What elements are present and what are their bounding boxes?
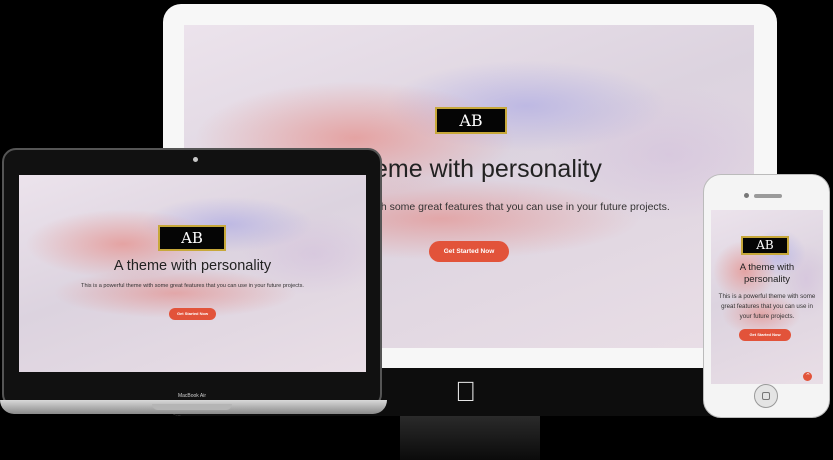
laptop-screen-hero: AB A theme with personality This is a po…	[19, 175, 366, 372]
apple-logo-icon: 	[455, 378, 476, 406]
hero-headline: eme with personality	[374, 155, 602, 183]
laptop-camera	[193, 157, 198, 162]
get-started-button[interactable]: Get Started Now	[169, 308, 216, 320]
laptop-notch	[152, 404, 232, 410]
get-started-button[interactable]: Get Started Now	[429, 241, 509, 262]
hero-subtitle: This is a powerful theme with some great…	[718, 293, 816, 320]
hero-headline: A theme with personality	[113, 258, 272, 274]
get-started-button[interactable]: Get Started Now	[739, 329, 791, 341]
chevron-up-icon: ⌃	[805, 373, 811, 380]
hero-subtitle: with some great features that you can us…	[368, 201, 670, 213]
phone-camera	[744, 193, 749, 198]
imac-stand	[400, 416, 540, 460]
site-logo[interactable]: AB	[158, 225, 226, 251]
hero-subtitle: This is a powerful theme with some great…	[81, 283, 304, 289]
phone-home-square	[762, 392, 770, 400]
site-logo[interactable]: AB	[741, 236, 789, 255]
site-logo[interactable]: AB	[435, 107, 507, 134]
laptop-label: MacBook Air	[177, 393, 207, 399]
hero-headline: A theme with personality	[739, 262, 795, 285]
phone-speaker	[754, 194, 782, 198]
scroll-top-button[interactable]: ⌃	[803, 372, 812, 381]
phone-screen-hero: AB A theme with personality This is a po…	[711, 210, 823, 384]
